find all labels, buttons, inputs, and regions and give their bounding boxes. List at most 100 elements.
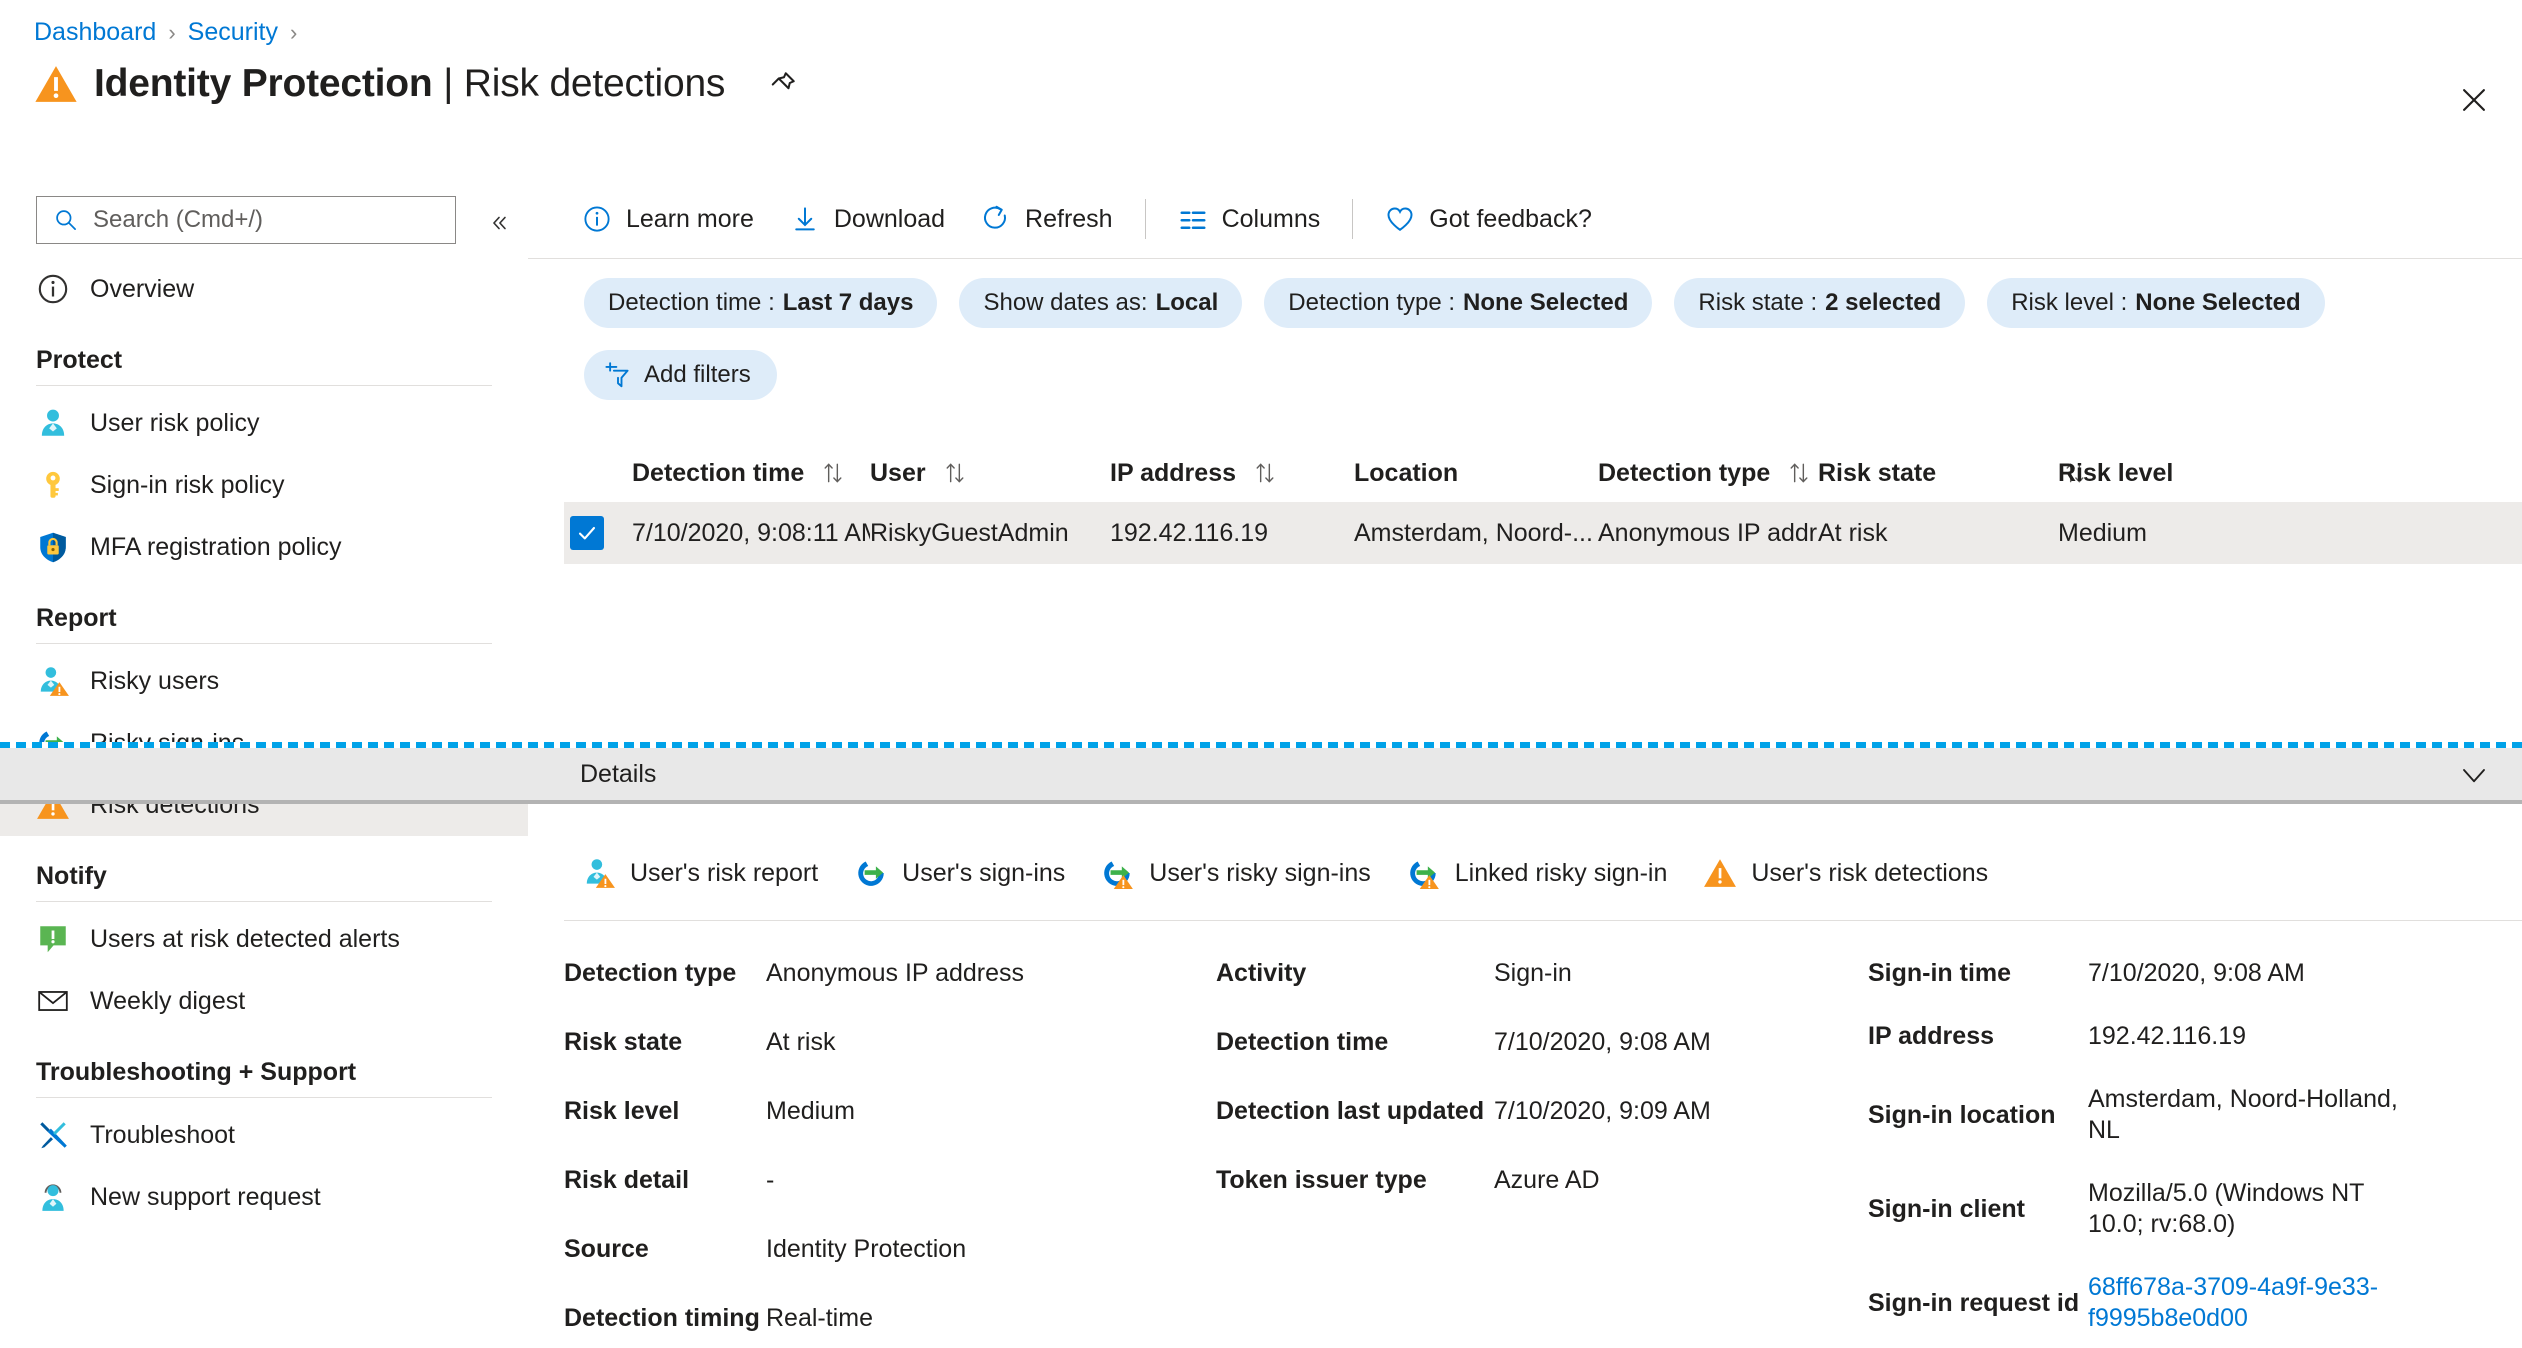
- action-linked-risky-signin[interactable]: Linked risky sign-in: [1389, 843, 1686, 903]
- row-select-cell[interactable]: [564, 516, 632, 550]
- column-header-risk-level[interactable]: Risk level: [2058, 459, 2258, 488]
- sidebar-item-new-support-request[interactable]: New support request: [0, 1166, 528, 1228]
- details-actions-divider: [564, 920, 2522, 921]
- cell-risk-level: Medium: [2058, 518, 2147, 547]
- sidebar-item-label: Risky users: [90, 666, 220, 695]
- sidebar-item-label: MFA registration policy: [90, 532, 342, 561]
- column-header-user[interactable]: User: [870, 459, 1110, 488]
- sidebar-group-title: Protect: [36, 346, 123, 374]
- refresh-icon: [984, 205, 1007, 229]
- filter-label: Risk state :: [1698, 289, 1818, 316]
- breadcrumb-item-security[interactable]: Security: [188, 18, 278, 47]
- page-title-main: Identity Protection: [94, 62, 433, 105]
- sidebar-collapse-button[interactable]: [482, 208, 516, 238]
- column-header-detection-type[interactable]: Detection type: [1598, 459, 1818, 488]
- chevron-down-icon[interactable]: [2456, 760, 2492, 790]
- download-button[interactable]: Download: [772, 192, 963, 246]
- add-filters-label: Add filters: [644, 361, 751, 388]
- columns-button[interactable]: Columns: [1160, 192, 1339, 246]
- close-button[interactable]: [2454, 80, 2494, 120]
- sidebar-group-title: Notify: [36, 862, 107, 890]
- column-header-location[interactable]: Location: [1354, 459, 1598, 488]
- property-value: 7/10/2020, 9:08 AM: [2088, 959, 2305, 987]
- sort-icon[interactable]: [1786, 460, 1812, 486]
- breadcrumb-item-dashboard[interactable]: Dashboard: [34, 18, 156, 47]
- column-header-risk-state[interactable]: Risk state: [1818, 459, 2084, 488]
- sidebar-item-user-risk-policy[interactable]: User risk policy: [0, 392, 528, 454]
- property-label: Sign-in client: [1868, 1194, 2025, 1223]
- action-users-signins[interactable]: User's sign-ins: [836, 843, 1083, 903]
- filter-detection-type[interactable]: Detection type : None Selected: [1264, 278, 1653, 328]
- table-row[interactable]: 7/10/2020, 9:08:11 AM RiskyGuestAdmin 19…: [564, 502, 2522, 564]
- filter-risk-state[interactable]: Risk state : 2 selected: [1674, 278, 1966, 328]
- column-header-ip-address[interactable]: IP address: [1110, 459, 1354, 488]
- action-users-risk-report[interactable]: User's risk report: [564, 843, 836, 903]
- sidebar-item-users-at-risk-alerts[interactable]: Users at risk detected alerts: [0, 908, 528, 970]
- column-label: Detection type: [1598, 458, 1771, 487]
- sidebar-item-signin-risk-policy[interactable]: Sign-in risk policy: [0, 454, 528, 516]
- filter-risk-level[interactable]: Risk level : None Selected: [1987, 278, 2325, 328]
- sort-icon[interactable]: [1252, 460, 1278, 486]
- filter-value: Local: [1155, 289, 1219, 316]
- sidebar-item-mfa-registration-policy[interactable]: MFA registration policy: [0, 516, 528, 578]
- filter-show-dates-as[interactable]: Show dates as: Local: [959, 278, 1243, 328]
- property-label: Activity: [1216, 959, 1307, 987]
- property-value: 7/10/2020, 9:08 AM: [1494, 1028, 1711, 1056]
- property-signin-request-id: Sign-in request id 68ff678a-3709-4a9f-9e…: [1868, 1272, 2522, 1334]
- add-filters-button[interactable]: Add filters: [584, 350, 777, 400]
- sidebar-item-risky-users[interactable]: Risky users: [0, 650, 528, 712]
- filter-value: None Selected: [1463, 289, 1629, 316]
- sidebar-item-overview[interactable]: Overview: [0, 258, 528, 320]
- cell-location: Amsterdam, Noord-...: [1354, 518, 1593, 547]
- property-label: Sign-in location: [1868, 1100, 2056, 1129]
- pin-button[interactable]: [765, 66, 801, 102]
- toolbar-divider: [1144, 199, 1146, 239]
- search-input[interactable]: [91, 205, 445, 235]
- column-header-detection-time[interactable]: Detection time: [632, 459, 870, 488]
- user-icon: [41, 409, 65, 436]
- property-value: Mozilla/5.0 (Windows NT 10.0; rv:68.0): [2088, 1179, 2365, 1238]
- property-value: Identity Protection: [766, 1235, 967, 1263]
- risky-user-icon: [40, 667, 69, 696]
- filter-value: 2 selected: [1825, 289, 1942, 316]
- identity-protection-page: Dashboard › Security › Identity Protecti…: [0, 0, 2522, 1348]
- column-label: Risk level: [2058, 458, 2174, 487]
- action-users-risk-detections[interactable]: User's risk detections: [1685, 843, 2006, 903]
- sidebar-item-label: Troubleshoot: [90, 1120, 235, 1149]
- info-circle-icon: [38, 274, 68, 304]
- warning-triangle-icon: [35, 66, 77, 102]
- search-box[interactable]: [36, 196, 456, 244]
- envelope-icon: [38, 991, 68, 1011]
- row-checkbox[interactable]: [570, 516, 604, 550]
- property-signin-location: Sign-in location Amsterdam, Noord-Hollan…: [1868, 1084, 2522, 1146]
- property-label: Risk detail: [564, 1166, 690, 1194]
- sort-icon[interactable]: [820, 460, 846, 486]
- filter-label: Detection time :: [608, 289, 775, 316]
- refresh-button[interactable]: Refresh: [963, 192, 1131, 246]
- details-column-3: Sign-in time 7/10/2020, 9:08 AM IP addre…: [1868, 958, 2522, 1348]
- property-value: 192.42.116.19: [2088, 1022, 2247, 1050]
- heart-icon: [1387, 207, 1413, 231]
- sidebar-group-divider: [36, 1097, 492, 1098]
- sidebar-item-troubleshoot[interactable]: Troubleshoot: [0, 1104, 528, 1166]
- property-value: Anonymous IP address: [766, 959, 1025, 987]
- action-users-risky-signins[interactable]: User's risky sign-ins: [1083, 843, 1388, 903]
- property-value: Amsterdam, Noord-Holland, NL: [2088, 1085, 2398, 1144]
- sidebar-item-weekly-digest[interactable]: Weekly digest: [0, 970, 528, 1032]
- details-property-grid: Detection type Anonymous IP address Risk…: [564, 958, 2522, 1348]
- sort-icon[interactable]: [942, 460, 968, 486]
- command-toolbar: Learn more Download Refresh Columns Got …: [564, 182, 1610, 256]
- details-header-bar[interactable]: Details: [0, 748, 2522, 804]
- action-label: User's risk detections: [1751, 858, 1989, 887]
- breadcrumb-separator-icon: ›: [168, 19, 176, 45]
- property-signin-time: Sign-in time 7/10/2020, 9:08 AM: [1868, 958, 2522, 989]
- property-value-link[interactable]: 68ff678a-3709-4a9f-9e33-f9995b8e0d00: [2088, 1272, 2418, 1334]
- property-value: Medium: [766, 1097, 855, 1125]
- columns-label: Columns: [1221, 204, 1321, 233]
- column-label: Detection time: [632, 458, 805, 487]
- sidebar-item-label: New support request: [90, 1182, 321, 1211]
- learn-more-button[interactable]: Learn more: [564, 192, 772, 246]
- feedback-button[interactable]: Got feedback?: [1367, 192, 1610, 246]
- filter-detection-time[interactable]: Detection time : Last 7 days: [584, 278, 938, 328]
- column-label: IP address: [1110, 458, 1237, 487]
